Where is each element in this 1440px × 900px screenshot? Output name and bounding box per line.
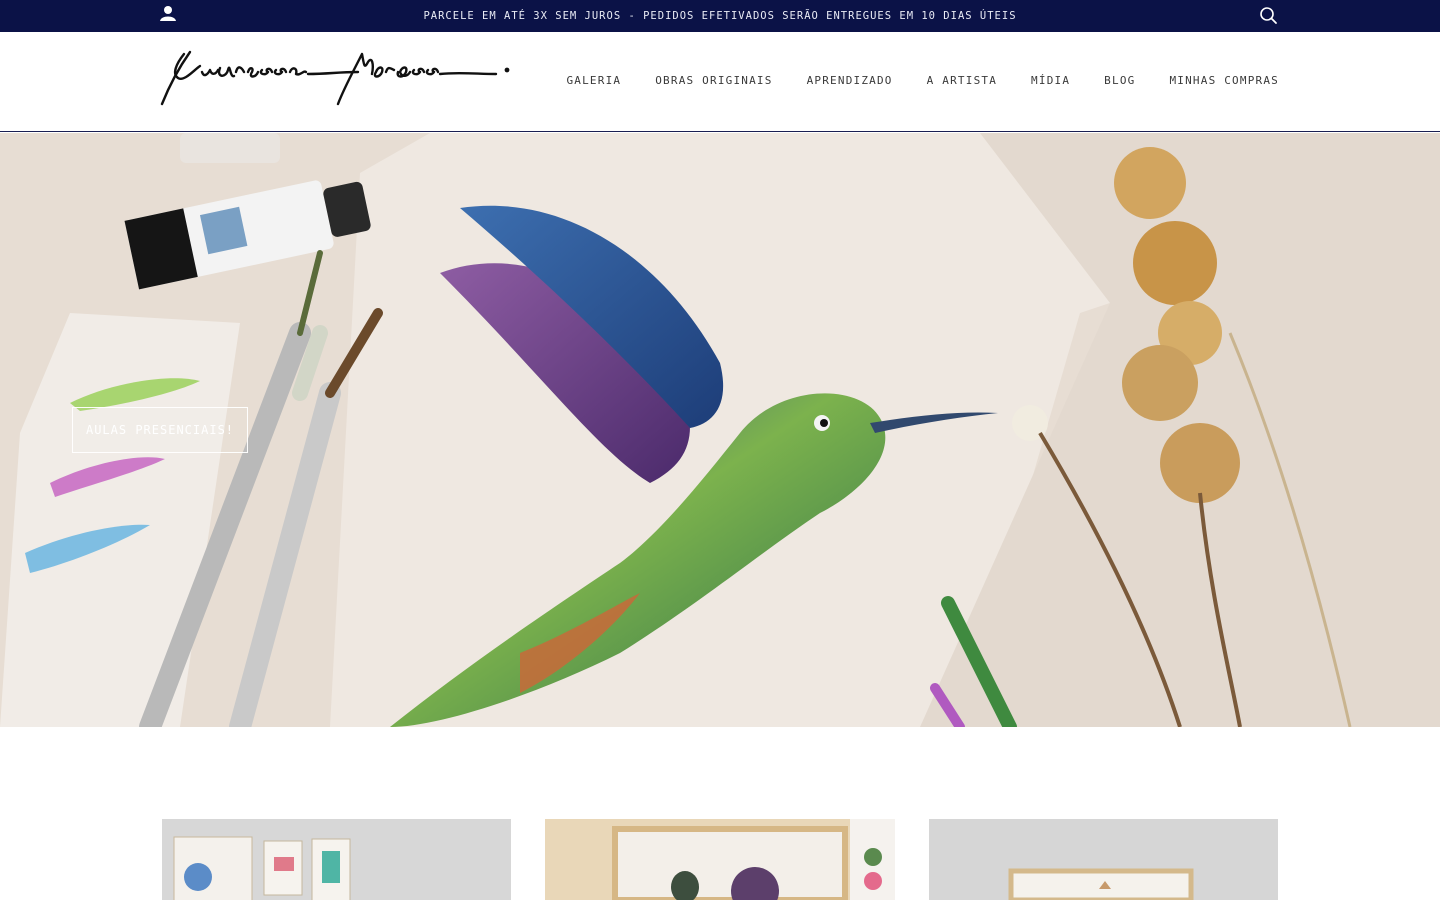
nav-item-a-artista[interactable]: A ARTISTA bbox=[927, 74, 997, 87]
announcement-bar: PARCELE EM ATÉ 3X SEM JUROS - PEDIDOS EF… bbox=[0, 0, 1440, 32]
product-card[interactable] bbox=[545, 819, 895, 900]
brand-logo[interactable] bbox=[158, 44, 513, 120]
nav-item-obras-originais[interactable]: OBRAS ORIGINAIS bbox=[655, 74, 772, 87]
hero-cta-button[interactable]: AULAS PRESENCIAIS! bbox=[72, 407, 248, 453]
announcement-text: PARCELE EM ATÉ 3X SEM JUROS - PEDIDOS EF… bbox=[423, 10, 1017, 22]
hero-banner[interactable]: AULAS PRESENCIAIS! bbox=[0, 133, 1440, 727]
nav-item-midia[interactable]: MÍDIA bbox=[1031, 74, 1070, 87]
product-card[interactable] bbox=[929, 819, 1278, 900]
search-icon[interactable] bbox=[1259, 6, 1279, 26]
main-nav: GALERIA OBRAS ORIGINAIS APRENDIZADO A AR… bbox=[532, 74, 1279, 87]
nav-item-galeria[interactable]: GALERIA bbox=[566, 74, 621, 87]
site-header: GALERIA OBRAS ORIGINAIS APRENDIZADO A AR… bbox=[0, 32, 1440, 132]
product-card[interactable] bbox=[162, 819, 511, 900]
nav-item-blog[interactable]: BLOG bbox=[1104, 74, 1135, 87]
nav-item-minhas-compras[interactable]: MINHAS COMPRAS bbox=[1169, 74, 1279, 87]
product-grid bbox=[162, 819, 1278, 900]
nav-item-aprendizado[interactable]: APRENDIZADO bbox=[807, 74, 893, 87]
